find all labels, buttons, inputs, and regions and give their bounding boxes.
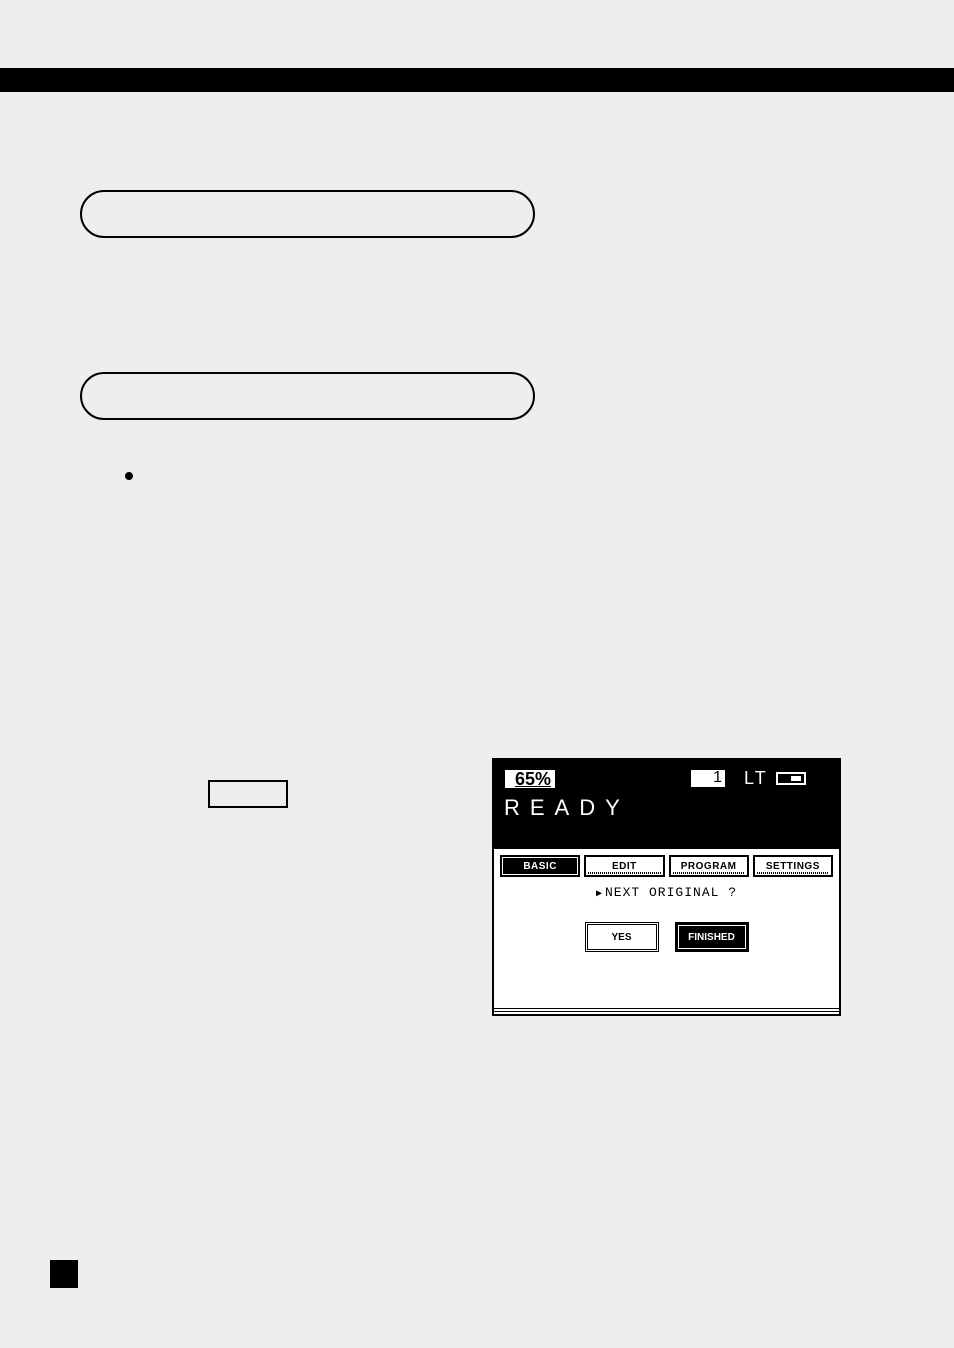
header-band [0, 68, 954, 92]
lcd-bottom-border [494, 1008, 839, 1014]
prompt-text: NEXT ORIGINAL ? [494, 885, 839, 900]
page-number-box [50, 1260, 78, 1288]
tabs-row: BASIC EDIT PROGRAM SETTINGS [494, 849, 839, 881]
tab-basic[interactable]: BASIC [500, 855, 580, 877]
paper-tray-icon [776, 772, 806, 785]
tab-settings[interactable]: SETTINGS [753, 855, 833, 877]
bullet-point [125, 472, 133, 480]
lcd-status-bar: 65% 1 LT READY [494, 760, 839, 849]
step-oval-1 [80, 190, 535, 238]
paper-size-label: LT [744, 768, 768, 789]
lcd-top-row: 65% 1 LT [504, 768, 829, 789]
lcd-panel: 65% 1 LT READY BASIC EDIT PROGRAM SETTIN… [492, 758, 841, 1016]
yes-button[interactable]: YES [585, 922, 659, 952]
tab-edit[interactable]: EDIT [584, 855, 664, 877]
content-area [0, 120, 954, 420]
lcd-body: BASIC EDIT PROGRAM SETTINGS NEXT ORIGINA… [494, 849, 839, 1014]
tab-program[interactable]: PROGRAM [669, 855, 749, 877]
step6-icon-box [208, 780, 288, 808]
finished-button[interactable]: FINISHED [675, 922, 749, 952]
dialog-buttons: YES FINISHED [494, 922, 839, 952]
step-oval-2 [80, 372, 535, 420]
status-text: READY [504, 795, 829, 821]
zoom-indicator: 65% [504, 769, 556, 789]
copies-indicator: 1 [690, 769, 726, 788]
